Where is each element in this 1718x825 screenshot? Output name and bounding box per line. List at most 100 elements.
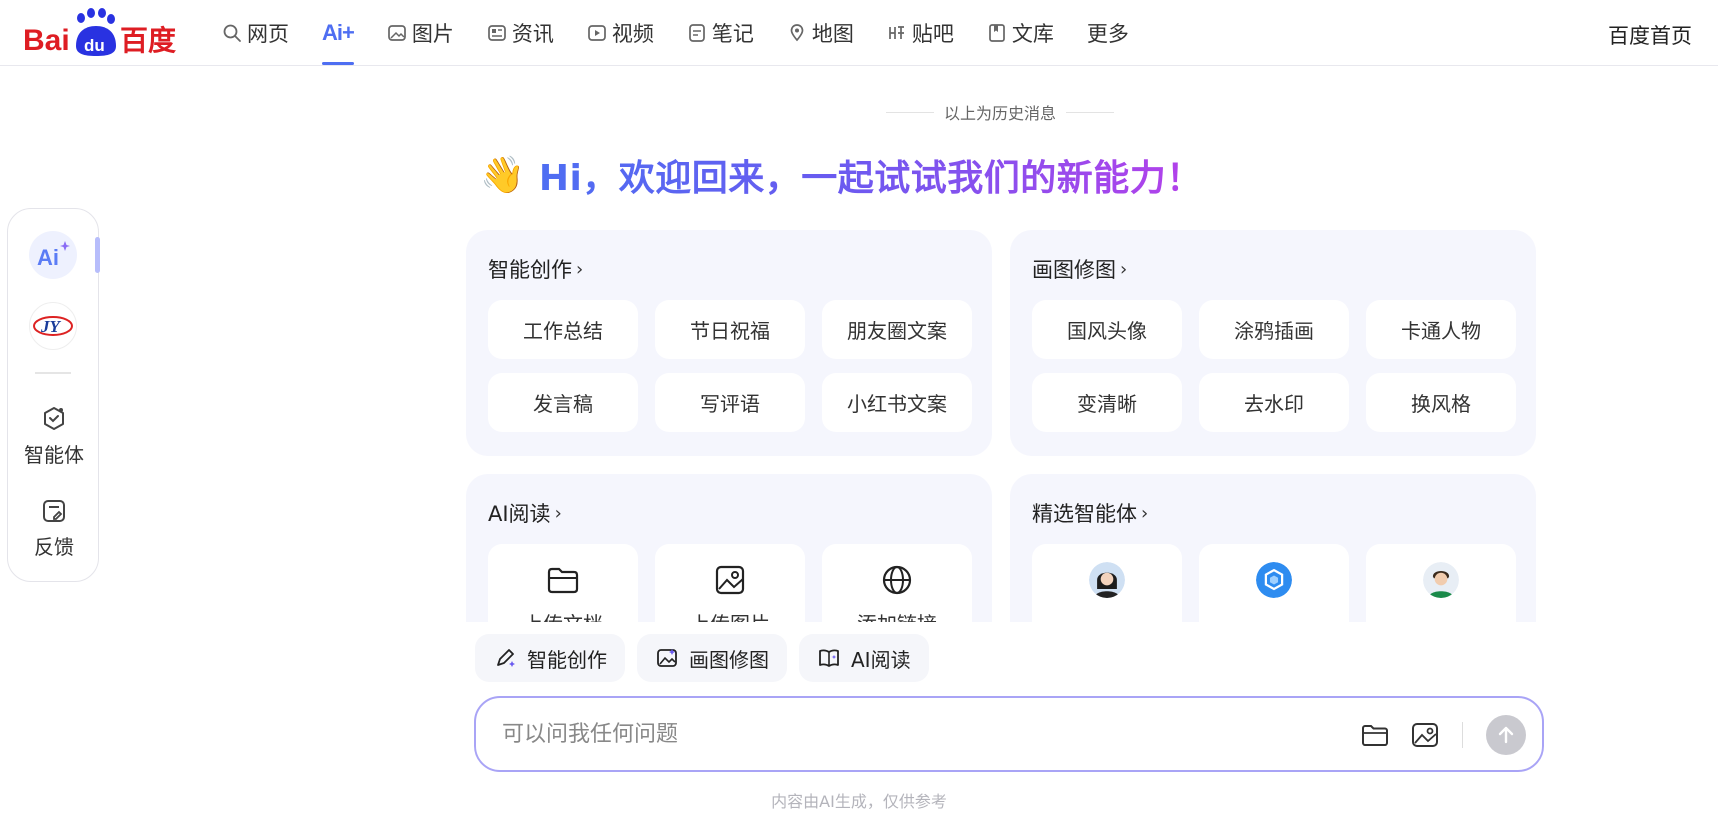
chip-write-review[interactable]: 写评语: [655, 373, 805, 432]
left-rail: Ai JY 智能体 反馈: [7, 208, 100, 582]
chip-change-style[interactable]: 换风格: [1366, 373, 1516, 432]
pen-sparkle-icon: [497, 649, 515, 667]
chevron-right-icon: ›: [1120, 258, 1128, 280]
waving-hand-icon: 👋: [480, 155, 525, 196]
map-icon: [790, 24, 804, 42]
send-button[interactable]: [1486, 715, 1526, 755]
greeting-text: Hi，欢迎回来，一起试试我们的新能力！: [539, 149, 1203, 201]
nav-item-images[interactable]: 图片: [387, 0, 454, 66]
tieba-icon: [889, 26, 904, 39]
image-upload-icon[interactable]: [1410, 720, 1440, 750]
search-icon: [223, 24, 241, 42]
chip-speech-draft[interactable]: 发言稿: [488, 373, 638, 432]
chip-remove-watermark[interactable]: 去水印: [1199, 373, 1349, 432]
pill-label: AI阅读: [851, 647, 911, 672]
tile-agent-3[interactable]: [1366, 544, 1516, 622]
card-title-smart-creation[interactable]: 智能创作 ›: [488, 254, 583, 284]
chip-doodle-illustration[interactable]: 涂鸦插画: [1199, 300, 1349, 359]
tile-label: 上传图片: [690, 608, 770, 622]
nav-item-label: 地图: [811, 22, 854, 46]
chevron-right-icon: ›: [576, 258, 584, 280]
pill-image-editing[interactable]: 画图修图: [637, 634, 787, 682]
note-icon: [689, 24, 705, 42]
nav-item-web[interactable]: 网页: [222, 0, 289, 66]
nav-item-video[interactable]: 视频: [587, 0, 654, 66]
card-title-ai-reading[interactable]: AI阅读 ›: [488, 498, 562, 528]
chip-guofeng-avatar[interactable]: 国风头像: [1032, 300, 1182, 359]
tile-agent-1[interactable]: [1032, 544, 1182, 622]
video-icon: [588, 25, 606, 41]
pill-label: 画图修图: [689, 647, 769, 672]
pill-smart-creation[interactable]: 智能创作: [475, 634, 625, 682]
active-indicator: [95, 237, 100, 273]
nav-item-tieba[interactable]: 贴吧: [887, 0, 954, 66]
nav-item-label: 网页: [247, 22, 289, 46]
agent-button[interactable]: 智能体: [8, 405, 100, 468]
logo-text-bai: Bai: [23, 24, 70, 57]
ai-sparkle-icon: Ai: [37, 241, 70, 270]
nav-item-label: 图片: [411, 22, 454, 46]
jy-agent-avatar[interactable]: JY: [29, 302, 77, 350]
globe-icon: [882, 565, 912, 595]
agent-avatar-cube: [1256, 562, 1292, 598]
nav-item-more[interactable]: 更多: [1087, 0, 1129, 66]
baidu-logo[interactable]: Bai du 百度: [23, 6, 183, 58]
nav-item-label: 文库: [1011, 22, 1054, 46]
card-image-editing: 画图修图 › 国风头像 涂鸦插画 卡通人物 变清晰 去水印 换风格: [1010, 230, 1536, 456]
arrow-up-icon: [1498, 726, 1514, 744]
image-icon: [715, 565, 745, 595]
feedback-button[interactable]: 反馈: [8, 497, 100, 560]
chip-enhance-clarity[interactable]: 变清晰: [1032, 373, 1182, 432]
chip-moments-copy[interactable]: 朋友圈文案: [822, 300, 972, 359]
chat-input[interactable]: [502, 714, 1302, 754]
card-title-image-editing[interactable]: 画图修图 ›: [1032, 254, 1127, 284]
tile-label: 添加链接: [857, 608, 937, 622]
pill-ai-reading[interactable]: AI阅读: [799, 634, 929, 682]
chip-work-summary[interactable]: 工作总结: [488, 300, 638, 359]
chip-xiaohongshu-copy[interactable]: 小红书文案: [822, 373, 972, 432]
library-icon: [989, 24, 1005, 42]
chat-input-box: [474, 696, 1544, 772]
agent-icon: [44, 407, 64, 430]
folder-icon[interactable]: [1360, 720, 1390, 750]
nav-item-label: 更多: [1086, 22, 1129, 46]
image-icon: [388, 25, 406, 41]
agent-label: 智能体: [24, 443, 84, 467]
agent-avatar-man: [1423, 562, 1459, 598]
rail-divider: [35, 372, 71, 374]
tile-add-link[interactable]: 添加链接: [822, 544, 972, 622]
ai-assistant-avatar[interactable]: Ai: [29, 231, 77, 279]
quick-pills: 智能创作 画图修图 AI阅读: [475, 634, 929, 682]
tile-agent-2[interactable]: [1199, 544, 1349, 622]
input-separator: [1462, 722, 1463, 748]
nav-item-news[interactable]: 资讯: [487, 0, 554, 66]
tile-upload-document[interactable]: 上传文档: [488, 544, 638, 622]
nav-item-label: 视频: [611, 22, 654, 46]
greeting: 👋 Hi，欢迎回来，一起试试我们的新能力！: [480, 150, 1203, 200]
card-smart-creation: 智能创作 › 工作总结 节日祝福 朋友圈文案 发言稿 写评语 小红书文案: [466, 230, 992, 456]
ai-disclaimer: 内容由AI生成，仅供参考: [771, 792, 947, 811]
jy-logo-icon: JY: [33, 316, 73, 336]
nav-item-map[interactable]: 地图: [787, 0, 854, 66]
card-title-featured-agents[interactable]: 精选智能体 ›: [1032, 498, 1148, 528]
book-icon: [819, 649, 839, 667]
nav-item-label: 笔记: [711, 22, 754, 46]
chevron-right-icon: ›: [1141, 502, 1149, 524]
feedback-icon: [43, 500, 65, 522]
nav-item-label: 资讯: [511, 22, 554, 46]
logo-text-baidu-cn: 百度: [120, 24, 176, 57]
chip-holiday-wishes[interactable]: 节日祝福: [655, 300, 805, 359]
history-divider: 以上为历史消息: [880, 100, 1120, 124]
nav-item-notes[interactable]: 笔记: [687, 0, 754, 66]
card-ai-reading: AI阅读› 上传文档 上传图片 添加链接: [466, 474, 992, 622]
news-icon: [488, 25, 506, 41]
tile-upload-image[interactable]: 上传图片: [655, 544, 805, 622]
nav-item-ai[interactable]: Ai+: [322, 0, 355, 66]
feature-cards-scroll[interactable]: 智能创作 › 工作总结 节日祝福 朋友圈文案 发言稿 写评语 小红书文案 画图修图…: [466, 230, 1536, 622]
divider-line: [885, 111, 934, 113]
chip-cartoon-character[interactable]: 卡通人物: [1366, 300, 1516, 359]
nav-item-library[interactable]: 文库: [987, 0, 1054, 66]
baidu-home-link[interactable]: 百度首页: [1608, 20, 1692, 50]
svg-text:Ai: Ai: [37, 245, 59, 270]
feedback-label: 反馈: [34, 535, 74, 559]
